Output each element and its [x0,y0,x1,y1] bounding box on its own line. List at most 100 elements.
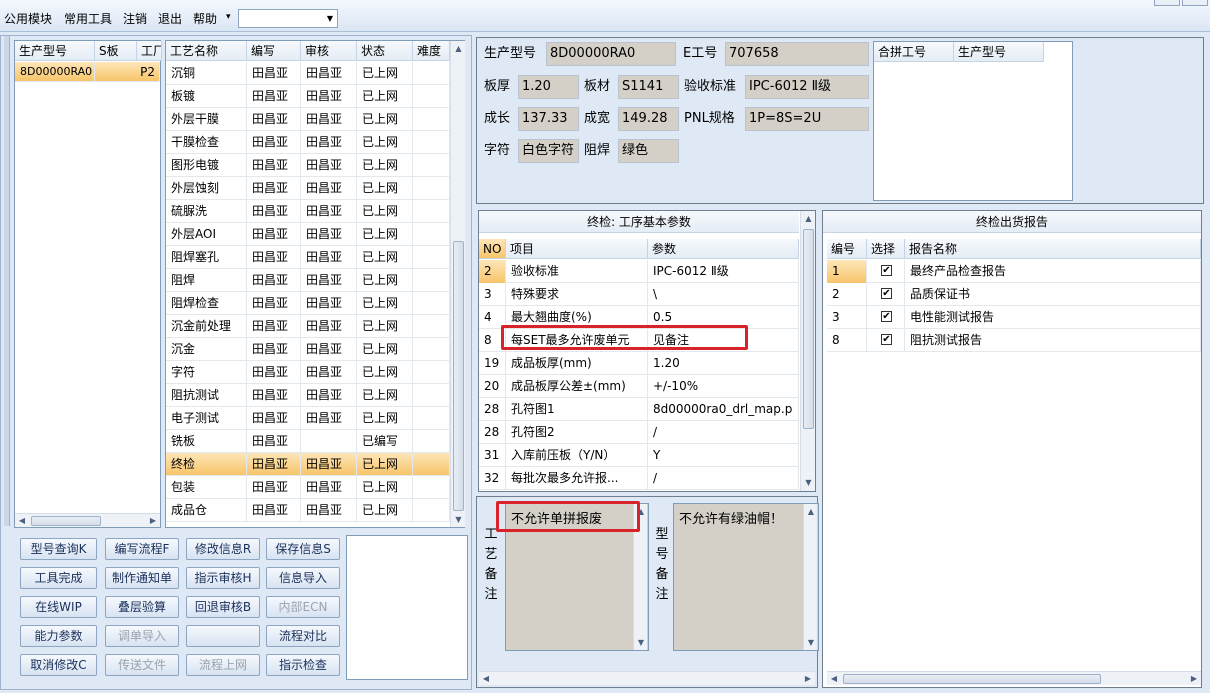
params-vscroll[interactable]: ▲ ▼ [800,211,815,491]
process-row[interactable]: 沉铜 田昌亚 田昌亚 已上网 [166,62,450,85]
scroll-up-icon[interactable]: ▲ [451,41,466,56]
field-thickness[interactable]: 1.20 [518,75,579,99]
menu-combo-box[interactable]: ▼ [238,9,338,28]
scroll-thumb[interactable] [31,516,101,526]
button-3-0[interactable]: 能力参数 [20,625,97,647]
scroll-thumb[interactable] [843,674,1101,684]
col-param[interactable]: 参数 [648,239,799,259]
process-row[interactable]: 硫脲洗 田昌亚 田昌亚 已上网 [166,200,450,223]
process-row[interactable]: 字符 田昌亚 田昌亚 已上网 [166,361,450,384]
process-vscroll[interactable]: ▲ ▼ [450,41,465,527]
button-0-1[interactable]: 编写流程F [105,538,179,560]
process-row[interactable]: 阻焊塞孔 田昌亚 田昌亚 已上网 [166,246,450,269]
button-1-0[interactable]: 工具完成 [20,567,97,589]
field-material[interactable]: S1141 [618,75,679,99]
field-e-no[interactable]: 707658 [725,42,869,66]
scroll-right-icon[interactable]: ▶ [146,514,160,528]
col-report-no[interactable]: 编号 [827,239,867,259]
menu-logout[interactable]: 注销 [123,10,147,27]
process-row[interactable]: 阻抗测试 田昌亚 田昌亚 已上网 [166,384,450,407]
field-width[interactable]: 149.28 [618,107,679,131]
process-row[interactable]: 沉金前处理 田昌亚 田昌亚 已上网 [166,315,450,338]
process-row[interactable]: 包装 田昌亚 田昌亚 已上网 [166,476,450,499]
checkbox[interactable]: ✔ [881,334,892,345]
button-2-0[interactable]: 在线WIP [20,596,97,618]
scroll-left-icon[interactable]: ◀ [15,514,29,528]
button-3-3[interactable]: 流程对比 [266,625,340,647]
col-report-name[interactable]: 报告名称 [905,239,1201,259]
product-hscroll[interactable]: ◀ ▶ [15,513,160,527]
col-product-model[interactable]: 生产型号 [15,41,95,61]
process-row[interactable]: 干膜检查 田昌亚 田昌亚 已上网 [166,131,450,154]
process-row[interactable]: 阻焊 田昌亚 田昌亚 已上网 [166,269,450,292]
param-row[interactable]: 19 成品板厚(mm) 1.20 [479,352,799,375]
field-standard[interactable]: IPC-6012 Ⅱ级 [745,75,869,99]
field-legend[interactable]: 白色字符 [518,139,579,163]
menu-help[interactable]: 帮助 [193,10,217,27]
col-factory[interactable]: 工厂 [137,41,162,61]
param-row[interactable]: 3 特殊要求 \ [479,283,799,306]
process-row[interactable]: 板镀 田昌亚 田昌亚 已上网 [166,85,450,108]
scroll-down-icon[interactable]: ▼ [634,635,648,650]
button-3-2[interactable] [186,625,260,647]
scroll-down-icon[interactable]: ▼ [801,475,816,490]
chevron-down-icon[interactable]: ▼ [327,14,333,23]
col-s-board[interactable]: S板 [95,41,137,61]
report-select-cell[interactable]: ✔ [867,283,905,306]
report-row[interactable]: 1 ✔ 最终产品检查报告 [827,260,1201,283]
process-row[interactable]: 图形电镀 田昌亚 田昌亚 已上网 [166,154,450,177]
scroll-down-icon[interactable]: ▼ [451,512,466,527]
col-writer[interactable]: 编写 [247,41,301,61]
menu-exit[interactable]: 退出 [158,10,182,27]
button-0-0[interactable]: 型号查询K [20,538,97,560]
report-select-cell[interactable]: ✔ [867,306,905,329]
col-merge-no[interactable]: 合拼工号 [874,42,954,62]
scroll-thumb[interactable] [453,241,464,511]
scroll-down-icon[interactable]: ▼ [804,635,818,650]
close-button[interactable] [1182,0,1208,6]
menu-tools[interactable]: 常用工具 [64,10,112,27]
col-no[interactable]: NO [479,239,506,259]
report-row[interactable]: 2 ✔ 品质保证书 [827,283,1201,306]
process-row[interactable]: 沉金 田昌亚 田昌亚 已上网 [166,338,450,361]
field-length[interactable]: 137.33 [518,107,579,131]
process-row[interactable]: 外层干膜 田昌亚 田昌亚 已上网 [166,108,450,131]
remarks-hscroll[interactable]: ◀ ▶ [479,671,815,685]
menu-common-module[interactable]: 公用模块 [4,10,52,27]
button-1-1[interactable]: 制作通知单 [105,567,179,589]
col-merge-model[interactable]: 生产型号 [954,42,1044,62]
param-row[interactable]: 20 成品板厚公差±(mm) +/-10% [479,375,799,398]
process-row[interactable]: 外层AOI 田昌亚 田昌亚 已上网 [166,223,450,246]
button-4-0[interactable]: 取消修改C [20,654,97,676]
menu-help-chevron-icon[interactable]: ▾ [226,12,231,22]
process-row[interactable]: 阻焊检查 田昌亚 田昌亚 已上网 [166,292,450,315]
button-0-2[interactable]: 修改信息R [186,538,260,560]
button-4-3[interactable]: 指示检查 [266,654,340,676]
splitter[interactable] [4,36,10,526]
model-remark-text[interactable]: 不允许有绿油帽！ [673,503,819,651]
restore-button[interactable] [1154,0,1180,6]
param-row[interactable]: 31 入库前压板（Y/N） Y [479,444,799,467]
button-0-3[interactable]: 保存信息S [266,538,340,560]
scroll-up-icon[interactable]: ▲ [804,504,818,519]
report-row[interactable]: 3 ✔ 电性能测试报告 [827,306,1201,329]
scroll-right-icon[interactable]: ▶ [801,672,815,686]
checkbox[interactable]: ✔ [881,265,892,276]
button-1-3[interactable]: 信息导入 [266,567,340,589]
scroll-right-icon[interactable]: ▶ [1187,672,1201,686]
scroll-thumb[interactable] [803,229,814,429]
scroll-left-icon[interactable]: ◀ [827,672,841,686]
report-select-cell[interactable]: ✔ [867,329,905,352]
col-report-select[interactable]: 选择 [867,239,905,259]
scroll-up-icon[interactable]: ▲ [801,211,816,226]
param-row[interactable]: 32 每批次最多允许报... / [479,467,799,490]
button-1-2[interactable]: 指示审核H [186,567,260,589]
field-pnl[interactable]: 1P=8S=2U [745,107,869,131]
col-item[interactable]: 项目 [506,239,648,259]
param-row[interactable]: 2 验收标准 IPC-6012 Ⅱ级 [479,260,799,283]
field-product-model[interactable]: 8D00000RA0 [546,42,676,66]
col-process-name[interactable]: 工艺名称 [166,41,247,61]
col-difficulty[interactable]: 难度 [413,41,450,61]
button-2-2[interactable]: 回退审核B [186,596,260,618]
model-remark-vscroll[interactable]: ▲ ▼ [803,504,817,650]
